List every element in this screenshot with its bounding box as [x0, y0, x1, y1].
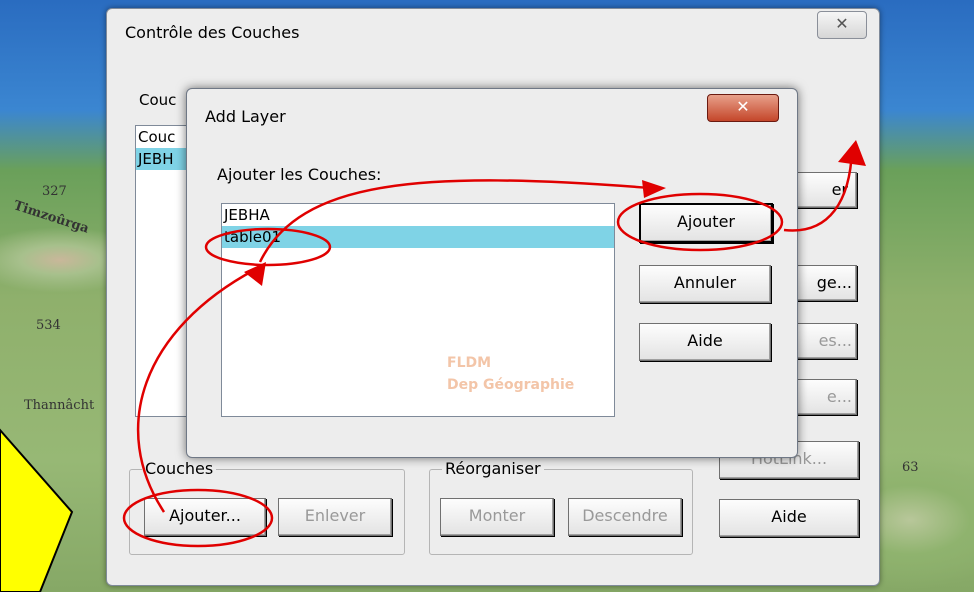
add-layer-button[interactable]: Ajouter... — [144, 498, 266, 536]
map-label: 63 — [902, 460, 919, 475]
window-title: Contrôle des Couches — [125, 23, 300, 42]
move-up-button[interactable]: Monter — [440, 498, 554, 536]
add-button[interactable]: Ajouter — [639, 203, 773, 243]
move-down-button[interactable]: Descendre — [568, 498, 682, 536]
map-label: 534 — [36, 318, 61, 333]
map-label: Timzoûrga — [11, 198, 91, 237]
close-icon: ✕ — [835, 14, 849, 33]
watermark-line-1: FLDM — [447, 355, 492, 371]
dialog-close-button[interactable]: ✕ — [707, 94, 779, 122]
watermark-line-2: Dep Géographie — [447, 377, 575, 393]
titlebar: Contrôle des Couches ✕ — [107, 9, 879, 51]
list-item-jebha[interactable]: JEBHA — [222, 204, 614, 226]
couches-group: Couches Ajouter... Enlever — [129, 459, 405, 555]
close-icon: ✕ — [736, 97, 750, 116]
dialog-title: Add Layer — [205, 107, 286, 126]
right-button-4[interactable]: e... — [797, 379, 857, 415]
layers-label: Couc — [139, 91, 177, 109]
map-label: 327 — [42, 184, 67, 199]
couches-group-label: Couches — [142, 459, 217, 478]
right-button-1[interactable]: er — [797, 172, 857, 208]
reorder-group: Réorganiser Monter Descendre — [429, 459, 693, 555]
right-button-2[interactable]: ge... — [797, 265, 857, 301]
add-layer-dialog: Add Layer ✕ Ajouter les Couches: JEBHA t… — [186, 88, 798, 458]
help-button[interactable]: Aide — [719, 499, 859, 537]
map-label: Thannâcht — [24, 398, 95, 413]
help-button[interactable]: Aide — [639, 323, 771, 361]
remove-layer-button[interactable]: Enlever — [278, 498, 392, 536]
reorder-group-label: Réorganiser — [442, 459, 544, 478]
close-button[interactable]: ✕ — [817, 11, 867, 39]
right-button-3[interactable]: es... — [797, 323, 857, 359]
list-item-table01[interactable]: table01 — [222, 226, 614, 248]
add-layers-prompt: Ajouter les Couches: — [217, 165, 382, 184]
cancel-button[interactable]: Annuler — [639, 265, 771, 303]
